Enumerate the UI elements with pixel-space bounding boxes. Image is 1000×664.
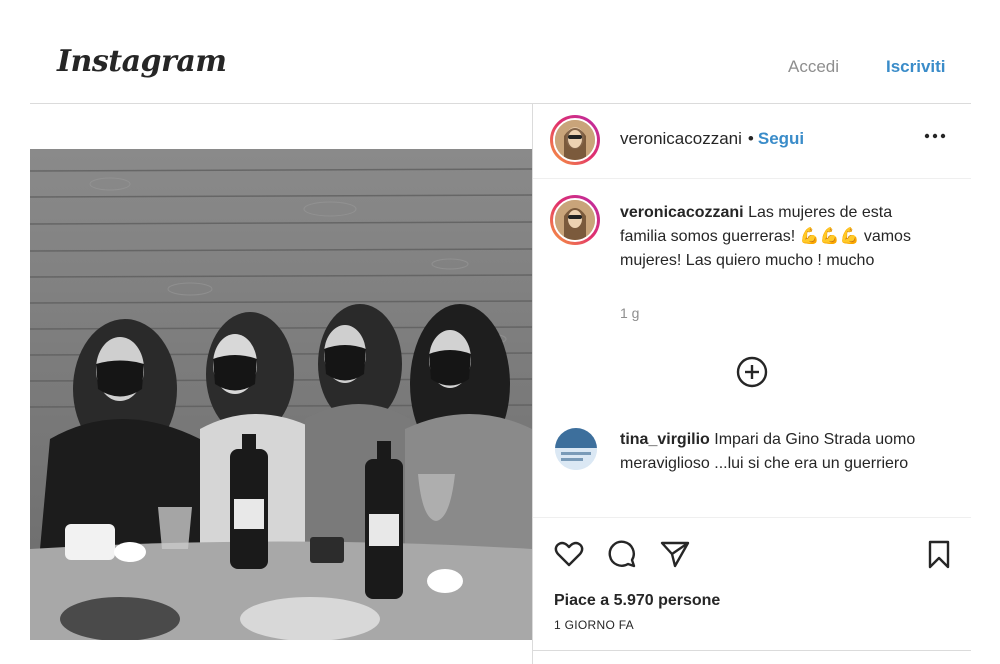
caption-username[interactable]: veronicacozzani <box>620 204 744 221</box>
author-avatar-image <box>553 118 597 162</box>
author-username-row: veronicacozzani • Segui <box>620 129 804 149</box>
post-photo-image <box>30 149 532 640</box>
comment-box-divider <box>533 650 971 651</box>
bookmark-icon[interactable] <box>923 538 955 570</box>
post-timestamp: 1 GIORNO FA <box>554 618 634 632</box>
commenter-avatar[interactable] <box>555 428 597 470</box>
post-caption: veronicacozzani Las mujeres de esta fami… <box>620 201 920 273</box>
comment-item: tina_virgilio Impari da Gino Strada uomo… <box>620 428 920 476</box>
likes-count[interactable]: Piace a 5.970 persone <box>554 592 720 610</box>
author-username[interactable]: veronicacozzani <box>620 129 742 148</box>
commenter-username[interactable]: tina_virgilio <box>620 431 710 448</box>
instagram-logo[interactable]: Instagram <box>57 44 227 79</box>
post-actions: Piace a 5.970 persone 1 GIORNO FA <box>533 517 971 647</box>
login-link[interactable]: Accedi <box>788 57 839 77</box>
share-icon[interactable] <box>659 538 691 570</box>
more-horizontal-icon[interactable] <box>923 124 947 154</box>
follow-button[interactable]: Segui <box>758 129 804 148</box>
signup-link[interactable]: Iscriviti <box>886 57 946 77</box>
heart-icon[interactable] <box>553 538 585 570</box>
separator-dot: • <box>747 129 754 148</box>
top-navigation-bar: Instagram Accedi Iscriviti <box>30 0 971 104</box>
caption-avatar-image <box>553 198 597 242</box>
author-avatar[interactable] <box>550 115 600 165</box>
plus-circle-icon[interactable] <box>736 356 768 388</box>
caption-avatar[interactable] <box>550 195 600 245</box>
post-header: veronicacozzani • Segui <box>533 104 971 179</box>
caption-timestamp: 1 g <box>620 305 640 321</box>
post-photo[interactable] <box>30 149 532 640</box>
comment-icon[interactable] <box>606 538 638 570</box>
